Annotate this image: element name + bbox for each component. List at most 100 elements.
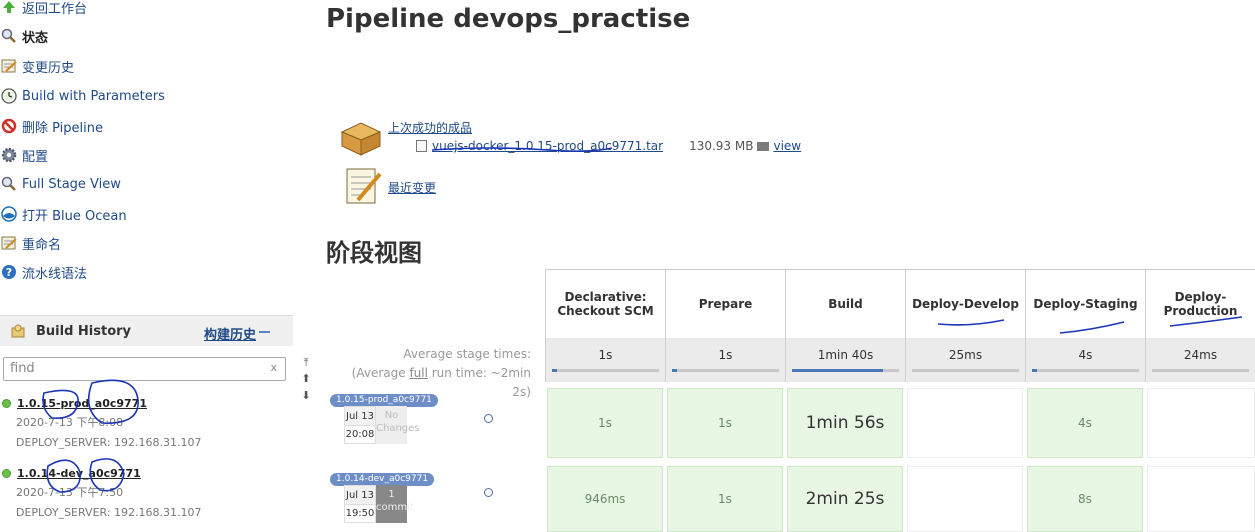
run-changes-line: Changes (376, 423, 420, 434)
stage-cell[interactable] (907, 388, 1023, 458)
stage-header: Declarative: Checkout SCM (545, 269, 665, 338)
notepad-icon (0, 234, 18, 252)
stage-cell[interactable]: 2min 25s (787, 466, 903, 532)
collapse-icon[interactable] (259, 331, 270, 333)
page-up-icon[interactable]: ⬆ (300, 372, 312, 385)
stage-average-bar (672, 369, 779, 372)
notepad-icon (346, 168, 382, 204)
run-info-icon[interactable] (484, 414, 493, 423)
stage-header: Build (785, 269, 905, 338)
run-changes[interactable]: 1 commit (376, 485, 414, 523)
build-search-input[interactable]: find x (3, 357, 286, 381)
run-row: 1.0.14-dev_a0c9771 Jul 13 19:50 1 commit (330, 473, 545, 532)
task-label: Full Stage View (22, 176, 121, 192)
gear-icon (0, 146, 18, 164)
package-icon (340, 122, 382, 156)
run-changes-line: commit (376, 502, 414, 513)
page-title: Pipeline devops_practise (326, 4, 691, 34)
avg-label-line: Average stage times: (403, 347, 531, 361)
task-rename[interactable]: 重命名 (0, 231, 61, 255)
task-back-to-dashboard[interactable]: 返回工作台 (0, 0, 87, 19)
stage-cell[interactable] (1147, 388, 1255, 458)
stage-average: 24ms (1145, 338, 1255, 382)
stage-average-bar (792, 369, 899, 372)
task-build-with-parameters[interactable]: Build with Parameters (0, 84, 165, 108)
blue-ocean-icon (0, 205, 18, 223)
notepad-icon (0, 57, 18, 75)
task-label: 删除 Pipeline (22, 120, 104, 136)
last-artifacts-link[interactable]: 上次成功的成品 (388, 119, 472, 136)
run-date-day: Jul 13 (345, 407, 375, 426)
stage-average-value: 4s (1078, 348, 1093, 362)
avg-full-label: full (409, 366, 428, 380)
build-link[interactable]: 1.0.14-dev_a0c9771 (17, 467, 141, 480)
task-open-blue-ocean[interactable]: 打开 Blue Ocean (0, 202, 127, 226)
task-label: 重命名 (22, 237, 62, 253)
stage-cell[interactable]: 946ms (547, 466, 663, 532)
stage-average-value: 1s (718, 348, 733, 362)
task-pipeline-syntax[interactable]: ? 流水线语法 (0, 260, 87, 284)
success-ball-icon (2, 468, 11, 478)
stage-view-table: Declarative: Checkout SCM Prepare Build … (545, 269, 1255, 532)
task-full-stage-view[interactable]: Full Stage View (0, 172, 121, 196)
stage-average-fill (552, 369, 558, 372)
build-history-icon (10, 323, 26, 343)
build-history-header: Build History 构建历史 (0, 315, 293, 346)
clear-search-icon[interactable]: x (270, 361, 277, 374)
task-label: 打开 Blue Ocean (22, 208, 127, 224)
stage-cell[interactable]: 1s (547, 388, 663, 458)
stage-average: 1min 40s (785, 338, 905, 382)
artifact-row: vuejs-docker_1.0.15-prod_a0c9771.tar 130… (416, 139, 801, 153)
stage-cell[interactable]: 1s (667, 466, 783, 532)
search-placeholder: find (10, 361, 35, 376)
stage-average-value: 25ms (948, 348, 983, 362)
file-icon (416, 140, 427, 152)
build-param: DEPLOY_SERVER: 192.168.31.107 (16, 506, 202, 519)
page-down-icon[interactable]: ⬇ (300, 389, 312, 402)
run-changes-line: No (384, 410, 399, 421)
stage-cell[interactable]: 8s (1027, 466, 1143, 532)
stage-average-bar (552, 369, 659, 372)
stage-average: 25ms (905, 338, 1025, 382)
task-configure[interactable]: 配置 (0, 143, 48, 167)
build-history-title: Build History (36, 323, 132, 339)
stage-average-fill (1032, 369, 1038, 372)
svg-text:?: ? (6, 266, 12, 279)
build-link[interactable]: 1.0.15-prod_a0c9771 (17, 397, 147, 410)
up-arrow-icon (0, 0, 18, 16)
stage-average: 1s (665, 338, 785, 382)
jenkins-page: 返回工作台 状态 变更历史 Build with Parameters 删除 P… (0, 0, 1255, 532)
stage-header: Deploy-Production (1145, 269, 1255, 338)
artifact-size: 130.93 MB (689, 139, 754, 153)
run-date-day: Jul 13 (345, 486, 375, 505)
run-date: Jul 13 19:50 (344, 485, 376, 523)
stage-cell[interactable] (907, 466, 1023, 532)
avg-label-text: (Average (351, 366, 410, 380)
stage-cell[interactable]: 4s (1027, 388, 1143, 458)
task-status[interactable]: 状态 (0, 24, 48, 48)
clock-icon (0, 87, 18, 105)
build-trend-link[interactable]: 构建历史 (204, 324, 256, 343)
build-entry: 1.0.15-prod_a0c9771 2020-7-13 下午8:08 DEP… (0, 393, 293, 453)
stage-cell[interactable] (1147, 466, 1255, 532)
run-changes[interactable]: No Changes (376, 406, 420, 444)
stage-average-bar (912, 369, 1019, 372)
run-info-icon[interactable] (484, 488, 493, 497)
page-first-icon[interactable]: ⤒ (300, 356, 312, 370)
task-changes[interactable]: 变更历史 (0, 54, 74, 78)
build-time: 2020-7-13 下午7:50 (16, 486, 124, 499)
task-label: 状态 (22, 30, 49, 46)
stage-average-value: 1min 40s (817, 348, 874, 362)
stage-cell[interactable]: 1min 56s (787, 388, 903, 458)
stage-cell[interactable]: 1s (667, 388, 783, 458)
task-label: Build with Parameters (22, 88, 165, 104)
task-delete-pipeline[interactable]: 删除 Pipeline (0, 114, 103, 138)
stage-header: Prepare (665, 269, 785, 338)
recent-changes-link[interactable]: 最近变更 (388, 179, 436, 196)
magnifier-icon (0, 175, 18, 193)
task-label: 配置 (22, 149, 49, 165)
help-icon: ? (0, 263, 18, 281)
artifact-file-link[interactable]: vuejs-docker_1.0.15-prod_a0c9771.tar (432, 139, 663, 153)
artifact-view-link[interactable]: view (773, 139, 801, 153)
build-param: DEPLOY_SERVER: 192.168.31.107 (16, 436, 202, 449)
